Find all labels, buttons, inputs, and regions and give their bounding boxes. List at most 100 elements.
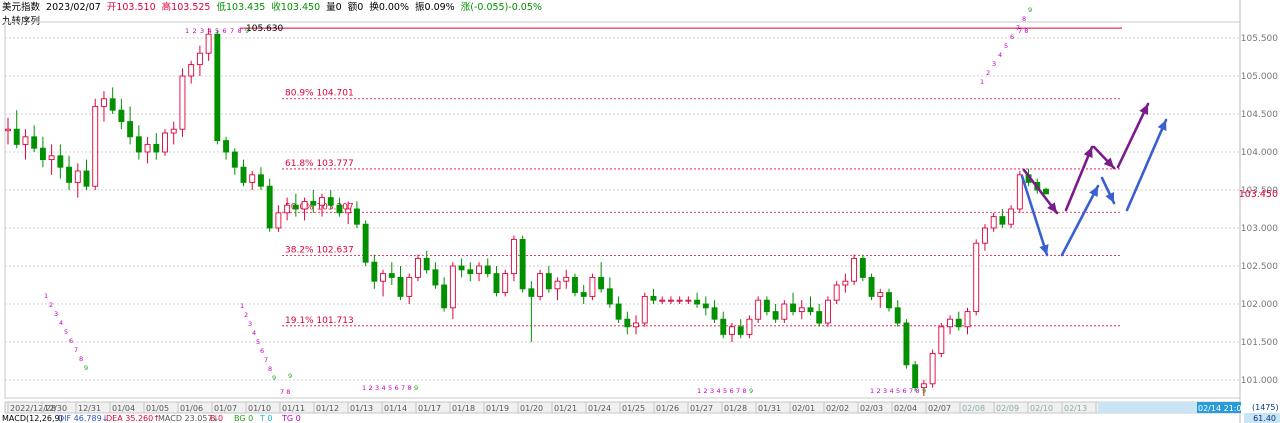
date-tick: 01/07 — [214, 404, 237, 413]
candle-down — [153, 143, 160, 153]
candle-down — [83, 170, 90, 187]
nine-turn-digit: 3 — [248, 320, 252, 328]
macd-legend-item: MACD(12,26,9) — [2, 414, 63, 423]
fib-label: 61.8% 103.777 — [285, 159, 354, 169]
candle-down — [1043, 188, 1049, 195]
nine-turn-digit: 1 — [44, 292, 48, 300]
candle-down — [598, 276, 605, 290]
candle-up — [301, 200, 308, 210]
candle-down — [763, 299, 770, 313]
nine-turn-digit: 3 — [992, 60, 996, 68]
candle-down — [214, 33, 221, 142]
candle-up — [842, 280, 849, 286]
nine-turn-digit: 6 — [903, 387, 907, 395]
candle-up — [755, 299, 762, 320]
candle-down — [310, 200, 317, 206]
candle-up — [798, 307, 805, 313]
candle-down — [720, 318, 727, 335]
candle-down — [109, 98, 116, 111]
candle-down — [493, 273, 500, 294]
candle-down — [39, 147, 46, 161]
candle-up — [667, 299, 674, 302]
candle-down — [886, 292, 892, 309]
date-tick: 01/31 — [758, 404, 781, 413]
chart-canvas[interactable]: 105.500105.000104.500104.000103.500103.0… — [0, 0, 1280, 423]
macd-legend-item: B 0 — [210, 414, 223, 423]
date-tick: 12/30 — [44, 404, 67, 413]
nine-turn-digit: 5 — [896, 387, 900, 395]
candle-up — [781, 303, 788, 320]
nine-turn-digit: 3 — [710, 387, 714, 395]
candle-up — [851, 257, 858, 282]
nine-turn-digit: 5 — [1004, 42, 1008, 50]
candle-down — [545, 273, 552, 290]
candle-down — [894, 307, 901, 324]
nine-turn-digit: 3 — [375, 384, 379, 392]
nine-turn-digit: 7 — [230, 27, 234, 35]
candle-up — [685, 299, 692, 302]
macd-legend-item: DIF 46.789↓ — [58, 414, 108, 423]
macd-value: 61.40 — [1253, 414, 1276, 423]
candle-up — [633, 322, 639, 328]
candle-down — [772, 311, 779, 320]
candle-down — [519, 238, 526, 290]
nine-turn-digit: 4 — [998, 51, 1002, 59]
nine-turn-digit: 9 — [288, 372, 292, 380]
candle-down — [292, 204, 299, 210]
candle-down — [57, 155, 64, 168]
date-tick: 01/14 — [384, 404, 407, 413]
macd-legend-item: BG 0 — [234, 414, 253, 423]
candle-up — [449, 265, 456, 309]
candle-down — [737, 326, 744, 335]
candle-up — [162, 132, 168, 153]
date-tick: 01/04 — [112, 404, 135, 413]
candle-up — [929, 352, 936, 385]
nine-turn-digit: 2 — [704, 387, 708, 395]
candle-down — [336, 204, 343, 214]
price-tick: 102.000 — [1241, 300, 1278, 310]
candle-up — [275, 212, 282, 229]
price-tick: 104.000 — [1241, 148, 1278, 158]
candle-down — [912, 364, 919, 389]
candle-down — [859, 257, 866, 278]
candle-down — [999, 216, 1006, 225]
nine-turn-digit: 5 — [64, 328, 68, 336]
candle-down — [231, 151, 238, 168]
nine-turn-digit: 1 — [870, 387, 874, 395]
date-tick: 01/17 — [418, 404, 441, 413]
nine-turn-digit: 7 8 — [1018, 27, 1028, 35]
candle-up — [641, 295, 648, 324]
candle-up — [22, 136, 29, 145]
nine-turn-digit: 7 — [74, 346, 78, 354]
candle-down — [266, 185, 273, 229]
nine-turn-digit: 2 — [986, 69, 990, 77]
candle-down — [903, 322, 910, 366]
candle-up — [729, 326, 735, 335]
nine-turn-digit: 2 — [877, 387, 881, 395]
candle-up — [589, 276, 596, 297]
candle-down — [223, 140, 230, 153]
candle-up — [676, 299, 683, 302]
candle-down — [694, 299, 701, 305]
fib-label: 80.9% 104.701 — [285, 89, 354, 99]
nine-turn-digit: 2 — [49, 301, 53, 309]
nine-turn-digit: 6 — [69, 337, 73, 345]
candle-down — [327, 197, 334, 206]
date-tick: 01/20 — [520, 404, 543, 413]
candle-down — [711, 307, 718, 320]
candle-up — [563, 276, 570, 282]
candle-up — [92, 105, 99, 187]
candle-down — [66, 166, 73, 183]
candle-up — [990, 216, 997, 229]
date-tick: 02/07 — [928, 404, 951, 413]
candle-up — [964, 311, 971, 328]
candle-up — [249, 174, 256, 183]
candle-down — [240, 166, 247, 183]
date-tick: 02/01 — [792, 404, 815, 413]
nine-turn-digit: 5 — [723, 387, 727, 395]
date-tick: 02/02 — [826, 404, 849, 413]
date-tick: 02/09 — [996, 404, 1019, 413]
nine-turn-digit: 6 — [260, 347, 264, 355]
nine-turn-digit: 9 — [84, 364, 88, 372]
nine-turn-digit: 5 — [215, 27, 219, 35]
